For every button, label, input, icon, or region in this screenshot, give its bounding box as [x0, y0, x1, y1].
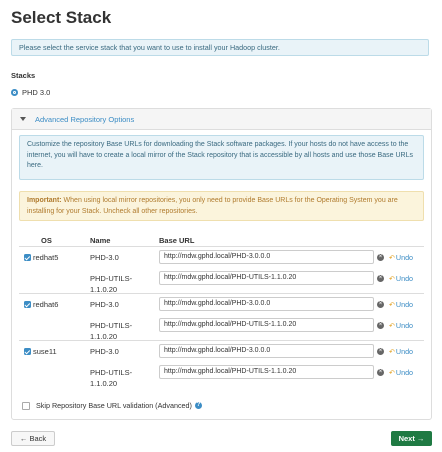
skip-validation-label: Skip Repository Base URL validation (Adv…	[36, 401, 192, 410]
back-button[interactable]: ← Back	[11, 431, 55, 446]
repo-info-alert: Customize the repository Base URLs for d…	[19, 135, 424, 180]
base-url-input[interactable]: http://mdw.gphd.local/PHD-UTILS-1.1.0.20	[159, 271, 374, 285]
undo-label: Undo	[395, 321, 414, 330]
os-label: suse11	[33, 347, 57, 356]
repo-name: PHD-UTILS-1.1.0.20	[90, 321, 133, 341]
undo-icon: ↶	[389, 322, 395, 330]
undo-label: Undo	[395, 368, 414, 377]
undo-label: Undo	[395, 274, 414, 283]
advanced-repo-panel: Advanced Repository Options Customize th…	[11, 108, 432, 420]
undo-link[interactable]: ↶ Undo	[389, 274, 413, 283]
os-toggle-2[interactable]: suse11	[24, 347, 57, 356]
undo-icon: ↶	[389, 348, 395, 356]
col-header-base-url: Base URL	[159, 236, 195, 245]
os-checkbox[interactable]	[24, 348, 31, 355]
repo-name: PHD-UTILS-1.1.0.20	[90, 368, 133, 388]
os-group-divider	[19, 293, 424, 294]
clear-url-icon[interactable]: ×	[377, 369, 384, 376]
os-label: redhat5	[33, 253, 59, 262]
os-toggle-1[interactable]: redhat6	[24, 300, 58, 309]
warning-text: When using local mirror repositories, yo…	[27, 197, 398, 215]
help-icon[interactable]: ?	[194, 402, 202, 409]
clear-url-icon[interactable]: ×	[377, 275, 384, 282]
clear-url-icon[interactable]: ×	[377, 348, 384, 355]
undo-label: Undo	[395, 253, 414, 262]
undo-icon: ↶	[389, 369, 395, 377]
advanced-repo-toggle[interactable]: Advanced Repository Options	[12, 109, 431, 130]
repo-name: PHD-3.0	[90, 300, 119, 309]
os-label: redhat6	[33, 300, 59, 309]
undo-link[interactable]: ↶ Undo	[389, 347, 413, 356]
caret-down-icon	[20, 117, 26, 121]
repo-warning-alert: Important: When using local mirror repos…	[19, 191, 424, 221]
clear-url-icon[interactable]: ×	[377, 322, 384, 329]
repo-name: PHD-3.0	[90, 253, 119, 262]
select-stack-page: Select Stack Please select the service s…	[0, 0, 442, 452]
advanced-repo-title[interactable]: Advanced Repository Options	[35, 115, 134, 124]
col-header-name: Name	[90, 236, 111, 245]
undo-icon: ↶	[389, 275, 395, 283]
undo-link[interactable]: ↶ Undo	[389, 368, 413, 377]
intro-alert: Please select the service stack that you…	[11, 39, 429, 56]
os-group-divider	[19, 340, 424, 341]
stack-option-label: PHD 3.0	[22, 88, 51, 97]
undo-icon: ↶	[389, 254, 395, 262]
os-checkbox[interactable]	[24, 301, 31, 308]
undo-icon: ↶	[389, 301, 395, 309]
repo-name: PHD-3.0	[90, 347, 119, 356]
base-url-input[interactable]: http://mdw.gphd.local/PHD-3.0.0.0	[159, 250, 374, 264]
base-url-input[interactable]: http://mdw.gphd.local/PHD-UTILS-1.1.0.20	[159, 365, 374, 379]
base-url-input[interactable]: http://mdw.gphd.local/PHD-3.0.0.0	[159, 297, 374, 311]
repo-name: PHD-UTILS-1.1.0.20	[90, 274, 133, 294]
page-title: Select Stack	[11, 8, 112, 27]
col-header-os: OS	[41, 236, 52, 245]
skip-validation-option[interactable]: Skip Repository Base URL validation (Adv…	[22, 401, 202, 410]
skip-validation-checkbox[interactable]	[22, 401, 30, 410]
clear-url-icon[interactable]: ×	[377, 254, 384, 261]
undo-link[interactable]: ↶ Undo	[389, 321, 413, 330]
clear-url-icon[interactable]: ×	[377, 301, 384, 308]
os-toggle-0[interactable]: redhat5	[24, 253, 58, 262]
undo-label: Undo	[395, 300, 414, 309]
next-button[interactable]: Next →	[391, 431, 432, 446]
stacks-label: Stacks	[11, 71, 36, 80]
undo-label: Undo	[395, 347, 414, 356]
header-divider	[19, 246, 424, 247]
radio-selected-icon[interactable]	[11, 89, 18, 96]
os-checkbox[interactable]	[24, 254, 31, 261]
stack-option-phd30[interactable]: PHD 3.0	[11, 88, 50, 97]
warning-label: Important:	[27, 197, 62, 204]
base-url-input[interactable]: http://mdw.gphd.local/PHD-UTILS-1.1.0.20	[159, 318, 374, 332]
base-url-input[interactable]: http://mdw.gphd.local/PHD-3.0.0.0	[159, 344, 374, 358]
undo-link[interactable]: ↶ Undo	[389, 253, 413, 262]
undo-link[interactable]: ↶ Undo	[389, 300, 413, 309]
